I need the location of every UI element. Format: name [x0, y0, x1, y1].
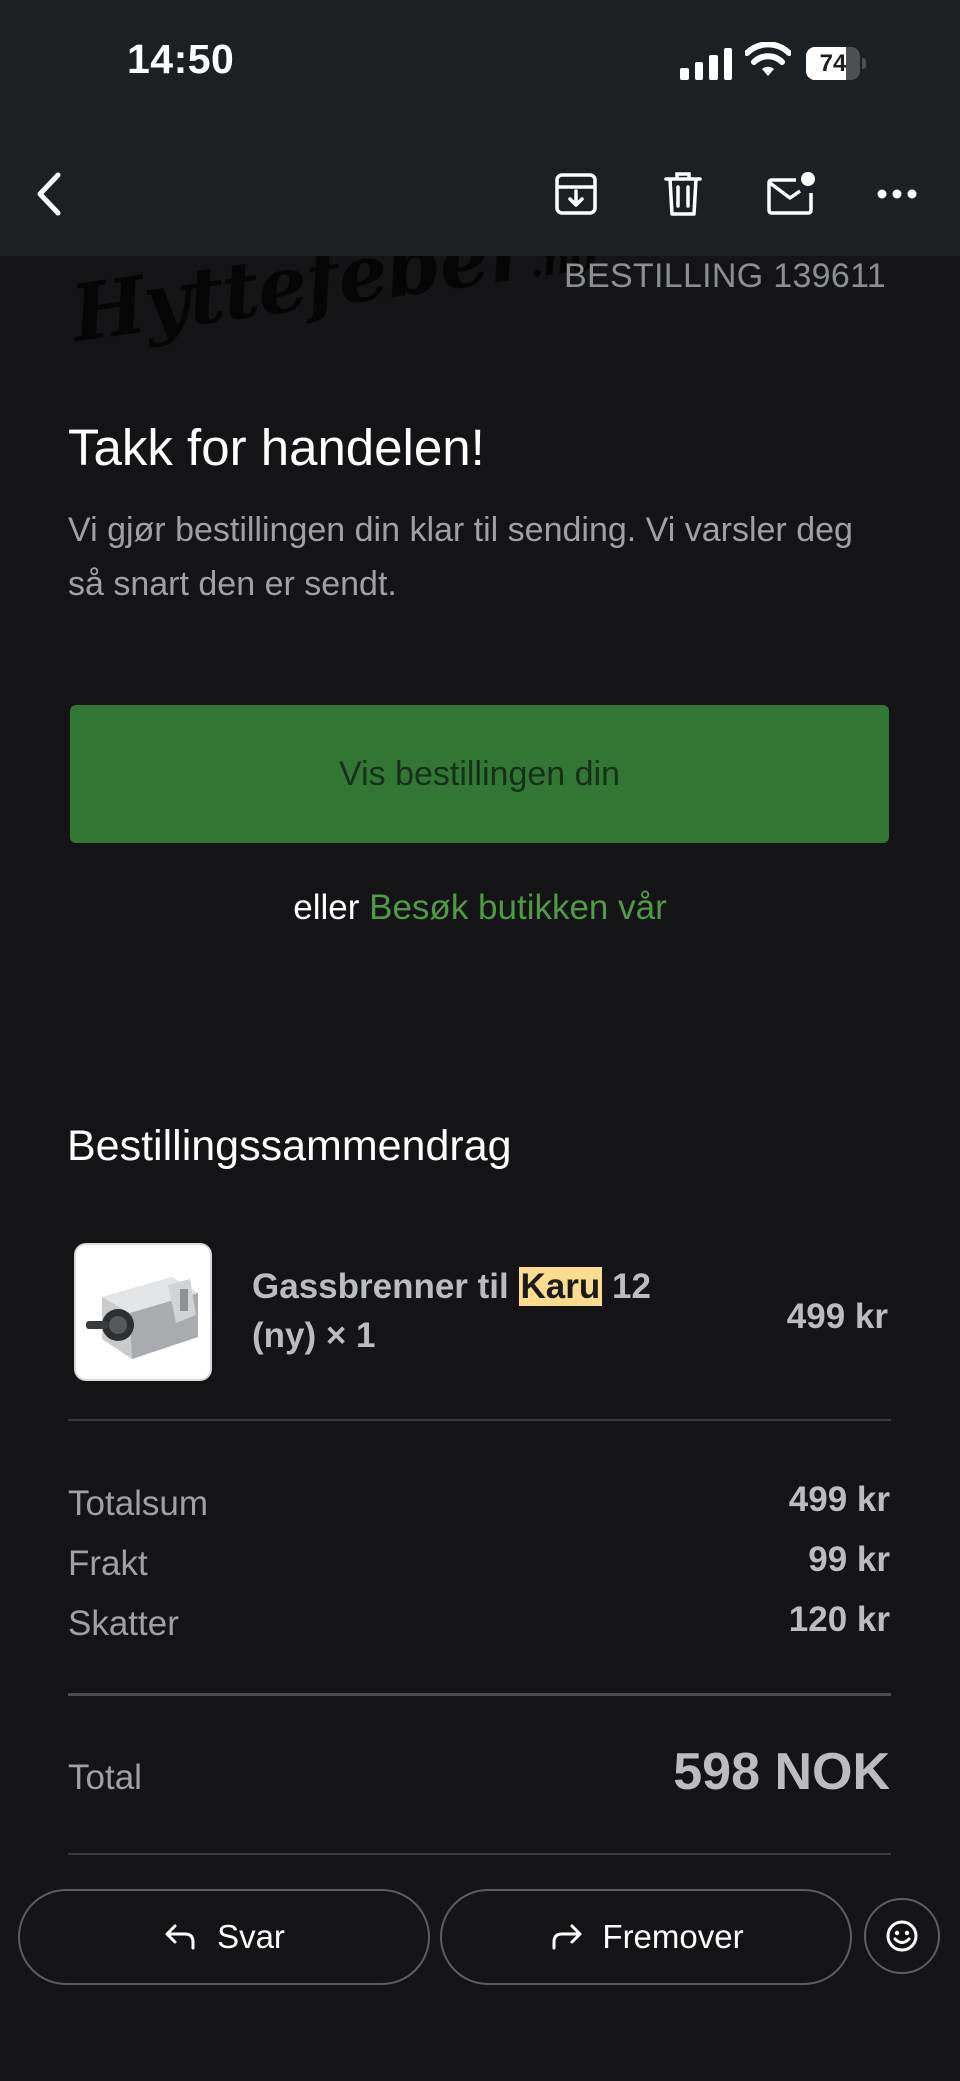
taxes-label: Skatter	[68, 1604, 179, 1643]
store-link-line: eller Besøk butikken vår	[0, 888, 960, 928]
visit-store-link[interactable]: Besøk butikken vår	[369, 888, 667, 927]
wifi-icon	[745, 42, 791, 76]
forward-arrow-icon	[552, 1924, 582, 1950]
shipping-label: Frakt	[68, 1544, 148, 1583]
status-time: 14:50	[127, 36, 235, 82]
cellular-signal-icon	[680, 46, 732, 80]
chevron-left-icon	[37, 172, 61, 216]
reply-button[interactable]: Svar	[18, 1889, 430, 1985]
top-bar: 14:50 74	[0, 0, 960, 256]
thank-you-heading: Takk for handelen!	[68, 419, 485, 476]
archive-icon	[555, 173, 597, 215]
divider	[68, 1853, 891, 1855]
or-text: eller	[293, 888, 360, 927]
mark-unread-button[interactable]	[761, 164, 821, 224]
product-name-part: Gassbrenner til	[252, 1267, 509, 1306]
grand-total-value: 598 NOK	[673, 1743, 890, 1801]
subtotal-label: Totalsum	[68, 1484, 209, 1523]
view-order-button[interactable]: Vis bestillingen din	[70, 705, 889, 843]
product-quantity: (ny) × 1	[252, 1316, 376, 1355]
more-button[interactable]	[867, 164, 927, 224]
product-name-part: 12	[611, 1267, 651, 1306]
grand-total-label: Total	[68, 1758, 142, 1797]
forward-button[interactable]: Fremover	[440, 1889, 852, 1985]
search-highlight: Karu	[518, 1267, 603, 1306]
reply-arrow-icon	[165, 1924, 195, 1950]
reply-label: Svar	[217, 1918, 285, 1955]
forward-label: Fremover	[602, 1918, 744, 1955]
divider	[68, 1693, 891, 1696]
product-name: Gassbrenner til Karu 12 (ny) × 1	[252, 1262, 712, 1360]
subtotal-value: 499 kr	[788, 1480, 890, 1519]
trash-icon	[664, 172, 702, 216]
smiley-icon	[886, 1920, 918, 1952]
product-price: 499 kr	[786, 1297, 888, 1336]
divider	[68, 1419, 891, 1421]
order-status-text: Vi gjør bestillingen din klar til sendin…	[68, 511, 853, 603]
archive-button[interactable]	[546, 164, 606, 224]
order-summary-heading: Bestillingssammendrag	[67, 1122, 512, 1170]
delete-button[interactable]	[653, 164, 713, 224]
shipping-value: 99 kr	[808, 1540, 890, 1579]
more-icon	[877, 189, 917, 199]
mark-unread-icon	[767, 172, 815, 215]
battery-level: 74	[819, 50, 847, 77]
taxes-value: 120 kr	[788, 1600, 890, 1639]
order-number: BESTILLING 139611	[564, 257, 886, 295]
emoji-reaction-button[interactable]	[864, 1898, 940, 1974]
battery-icon: 74	[806, 47, 866, 80]
back-button[interactable]	[20, 164, 80, 224]
product-image	[74, 1243, 212, 1381]
